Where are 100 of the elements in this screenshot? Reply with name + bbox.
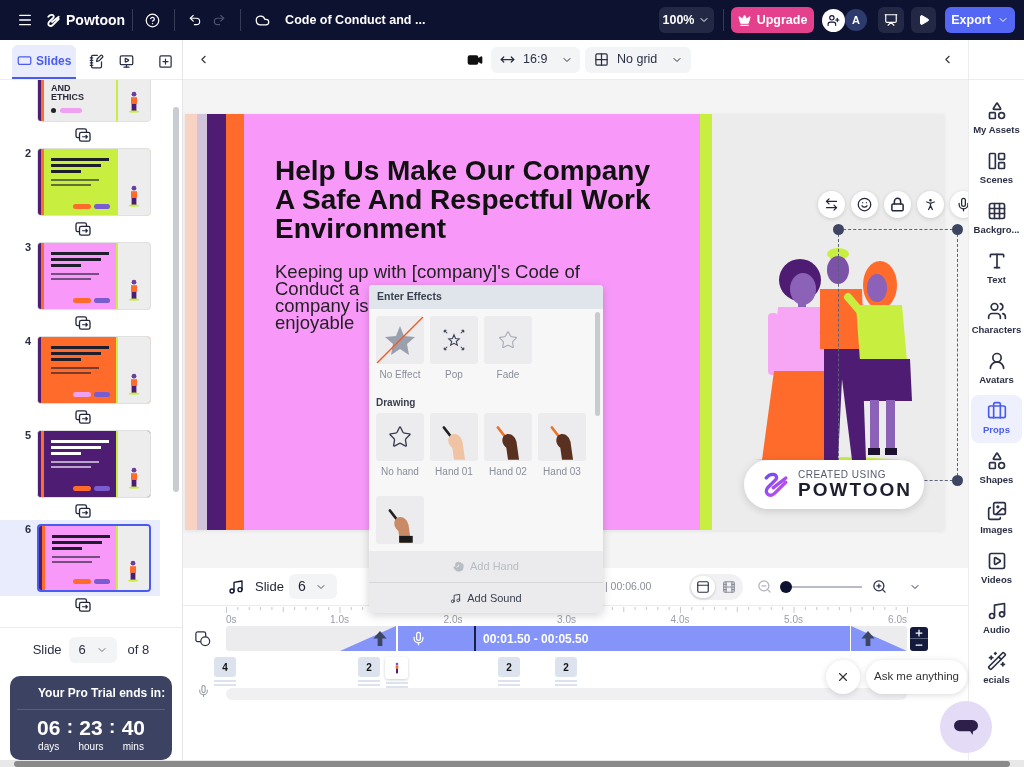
transition-icon[interactable] <box>75 222 91 236</box>
crossed-out-star-icon <box>376 316 424 364</box>
export-button[interactable]: Export <box>945 7 1015 33</box>
slides-tab[interactable]: Slides <box>12 44 77 79</box>
hand-tile[interactable] <box>484 413 532 461</box>
sidebar-item[interactable]: Avatars <box>971 345 1022 393</box>
slide-duration: | 00:06.00 <box>604 578 652 594</box>
text-placeholder-line <box>51 346 109 349</box>
ruler-label: 0s <box>226 615 237 625</box>
countdown-value: 23 <box>79 717 103 739</box>
hand-tile[interactable] <box>430 413 478 461</box>
text-placeholder-line <box>51 264 81 267</box>
add-icon <box>157 54 173 69</box>
sidebar-item[interactable]: Videos <box>971 545 1022 593</box>
undo-icon[interactable] <box>188 13 203 27</box>
star-icon <box>388 425 412 449</box>
sidebar-item[interactable]: Audio <box>971 595 1022 643</box>
hand-label: Hand 03 <box>543 466 581 477</box>
resize-handle[interactable] <box>833 224 844 235</box>
countdown-value: 40 <box>121 717 145 739</box>
slide-select[interactable]: 6 <box>288 574 337 599</box>
layer-count-badge[interactable]: 2 <box>498 657 520 677</box>
sidebar-item[interactable]: Backgro... <box>971 195 1022 243</box>
zoom-dropdown[interactable]: 100% <box>659 7 714 33</box>
text-placeholder-line <box>51 278 91 280</box>
arrow-up-icon[interactable] <box>373 631 387 646</box>
cloud-icon[interactable] <box>255 12 271 28</box>
effect-tile[interactable] <box>484 316 532 364</box>
resize-handle[interactable] <box>952 224 963 235</box>
microphone-icon[interactable] <box>197 684 210 698</box>
add-sound-button[interactable]: Add Sound <box>369 582 603 613</box>
sidebar-item[interactable]: Text <box>971 245 1022 293</box>
powtoon-logo-icon <box>46 12 61 28</box>
user-avatar[interactable]: A <box>845 9 867 31</box>
hand-tile[interactable] <box>376 496 424 544</box>
present-button[interactable] <box>878 7 904 33</box>
upgrade-button[interactable]: Upgrade <box>731 7 814 33</box>
character-marker[interactable] <box>385 657 408 679</box>
layout-panels-icon <box>986 150 1007 171</box>
grid-dropdown[interactable]: No grid <box>585 46 691 73</box>
document-title[interactable]: Code of Conduct and ... <box>285 10 426 30</box>
ruler-label: 5.0s <box>784 615 803 625</box>
pill-shape <box>93 579 110 584</box>
layer-count-badge[interactable]: 2 <box>358 657 380 677</box>
shrink-track-button[interactable] <box>910 639 928 651</box>
text-placeholder-line <box>52 535 110 538</box>
view-button[interactable] <box>691 575 716 598</box>
sidebar-item[interactable]: Props <box>971 395 1022 443</box>
slide-number: 3 <box>24 241 31 253</box>
play-button[interactable] <box>911 7 936 33</box>
menu-icon[interactable] <box>17 12 33 28</box>
sidebar-item[interactable]: Images <box>971 495 1022 543</box>
audio-track[interactable] <box>226 688 907 700</box>
fade-out-ramp[interactable] <box>851 626 907 651</box>
person-icon <box>394 662 399 674</box>
music-note-icon[interactable] <box>228 578 244 595</box>
music-note-icon <box>986 600 1007 621</box>
transition-icon[interactable] <box>75 410 91 424</box>
expand-track-button[interactable] <box>910 627 928 639</box>
text-placeholder-line <box>52 547 82 550</box>
layer-count-badge[interactable]: 2 <box>555 657 577 677</box>
transition-icon[interactable] <box>75 504 91 518</box>
slide-body-text: Keeping up with [company]'s Code of <box>275 263 580 280</box>
resize-handle[interactable] <box>952 475 963 486</box>
effect-label: Pop <box>445 369 463 380</box>
square-circle-icon[interactable] <box>195 631 211 647</box>
pill-shape <box>72 204 91 209</box>
slide-thumbnail[interactable] <box>37 524 151 592</box>
sidebar-item[interactable]: My Assets <box>971 95 1022 143</box>
text-placeholder-line <box>51 466 91 468</box>
sidebar-item[interactable]: Scenes <box>971 145 1022 193</box>
aspect-ratio-dropdown[interactable]: 16:9 <box>491 46 580 73</box>
text-placeholder-line <box>51 452 81 455</box>
transition-icon[interactable] <box>75 598 91 612</box>
notepad-pen-icon <box>88 54 104 69</box>
close-icon <box>836 670 850 684</box>
layer-count-badge[interactable]: 4 <box>214 657 236 677</box>
pill-shape <box>93 298 110 303</box>
assistant-prompt[interactable]: Ask me anything <box>866 660 967 694</box>
fade-in-ramp[interactable] <box>340 626 396 651</box>
sidebar-item[interactable]: Shapes <box>971 445 1022 493</box>
hand-tile[interactable] <box>376 413 424 461</box>
slider-thumb[interactable] <box>780 580 793 593</box>
figure-icon <box>923 197 938 212</box>
text-placeholder-line <box>51 461 99 463</box>
transition-icon[interactable] <box>75 316 91 330</box>
sidebar-item[interactable]: Characters <box>971 295 1022 343</box>
slide-select[interactable]: 6 <box>68 637 117 663</box>
effect-tile[interactable] <box>376 316 424 364</box>
slide-thumbnail[interactable]: AND ETHICS <box>37 80 151 122</box>
arrow-up-icon[interactable] <box>861 631 875 646</box>
add-user-icon[interactable] <box>822 8 845 32</box>
sidebar-item[interactable]: ecials <box>971 645 1022 693</box>
zoom-in-icon[interactable] <box>872 579 888 594</box>
presentation-screen-icon <box>884 13 898 27</box>
hand-tile[interactable] <box>538 413 586 461</box>
text-placeholder-line <box>51 367 99 369</box>
transition-icon[interactable] <box>75 128 91 142</box>
effect-tile[interactable] <box>430 316 478 364</box>
help-icon[interactable] <box>145 12 161 28</box>
